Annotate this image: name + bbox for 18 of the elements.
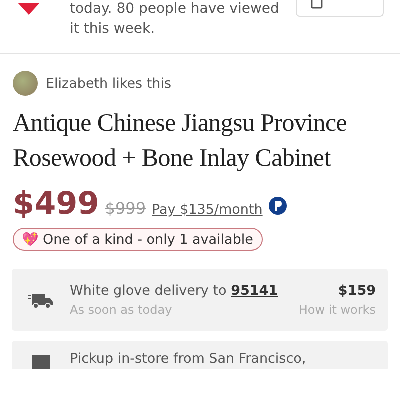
delivery-option-title: Pickup in-store from San Francisco, — [70, 351, 308, 367]
delivery-option-card[interactable]: Pickup in-store from San Francisco, — [12, 341, 388, 369]
payment-logo-icon — [268, 197, 287, 215]
delivery-option-subtitle: As soon as today — [70, 303, 174, 317]
views-notice-text: it this week. — [70, 20, 156, 39]
views-notice-text: today. 80 people have viewed — [70, 0, 280, 19]
original-price: $999 — [105, 199, 146, 218]
availability-badge: 💖 One of a kind - only 1 available — [13, 228, 264, 251]
delivery-option-title: White glove delivery to 95141 — [70, 283, 280, 299]
avatar[interactable] — [13, 71, 38, 96]
current-price: $499 — [13, 186, 100, 222]
share-button[interactable] — [296, 0, 384, 17]
share-icon — [311, 0, 323, 9]
financing-link[interactable]: Pay $135/month — [152, 202, 263, 218]
delivery-option-card[interactable]: White glove delivery to 95141 As soon as today $159 How it works — [12, 269, 388, 331]
product-title: Antique Chinese Jiangsu Province Rosewood + Bone Inlay Cabinet — [13, 109, 348, 174]
liked-by-text: Elizabeth likes this — [46, 76, 172, 92]
delivery-price: $159 — [338, 283, 376, 299]
